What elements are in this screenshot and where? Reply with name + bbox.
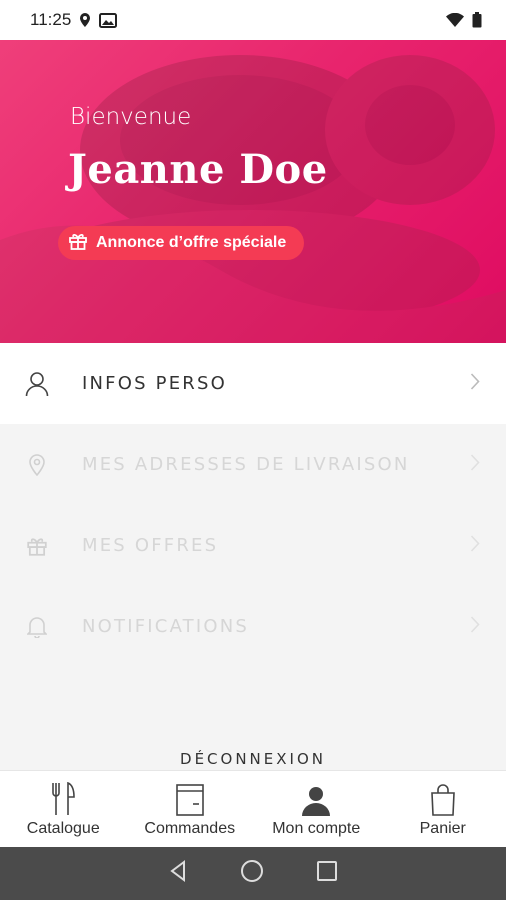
- nav-item-label: Catalogue: [26, 820, 100, 837]
- chevron-right-icon: [470, 453, 480, 476]
- wifi-icon: [446, 13, 464, 27]
- nav-item-cart[interactable]: Panier: [380, 771, 506, 847]
- chevron-right-icon: [470, 534, 480, 557]
- home-icon[interactable]: [240, 859, 264, 888]
- chevron-right-icon: [470, 615, 480, 638]
- gallery-icon: [99, 12, 118, 28]
- nav-item-catalogue[interactable]: Catalogue: [0, 771, 127, 847]
- user-name: Jeanne Doe: [68, 146, 328, 193]
- menu-item-personal-info[interactable]: INFOS PERSO: [0, 343, 506, 424]
- shopping-bag-icon: [430, 780, 456, 816]
- profile-header: Bienvenue Jeanne Doe Annonce d’offre spé…: [0, 40, 506, 343]
- back-icon[interactable]: [168, 860, 188, 887]
- menu-item-my-offers[interactable]: MES OFFRES: [0, 505, 506, 586]
- logout-button[interactable]: DÉCONNEXION: [0, 750, 506, 768]
- orders-icon: [175, 780, 204, 816]
- status-time: 11:25: [30, 10, 72, 29]
- nav-item-my-account[interactable]: Mon compte: [253, 771, 380, 847]
- location-icon: [79, 12, 91, 28]
- system-navigation-bar: [0, 847, 506, 900]
- account-icon: [302, 780, 331, 816]
- user-icon: [24, 371, 50, 397]
- welcome-text: Bienvenue: [70, 104, 192, 130]
- battery-icon: [472, 12, 482, 28]
- menu-item-label: NOTIFICATIONS: [82, 616, 250, 637]
- recents-icon[interactable]: [316, 860, 338, 887]
- special-offer-label: Annonce d’offre spéciale: [96, 234, 287, 251]
- nav-item-label: Commandes: [144, 820, 236, 837]
- special-offer-button[interactable]: Annonce d’offre spéciale: [58, 226, 305, 260]
- menu-item-label: MES OFFRES: [82, 535, 219, 556]
- fork-knife-icon: [50, 780, 76, 816]
- chevron-right-icon: [470, 372, 480, 395]
- account-menu: INFOS PERSO MES ADRESSES DE LIVRAISON ME…: [0, 343, 506, 770]
- bell-icon: [24, 614, 50, 640]
- gift-icon: [68, 231, 88, 256]
- bottom-navigation: Catalogue Commandes Mon compte Panier: [0, 770, 506, 847]
- status-bar: 11:25: [0, 0, 506, 40]
- location-pin-icon: [24, 452, 50, 478]
- menu-item-delivery-addresses[interactable]: MES ADRESSES DE LIVRAISON: [0, 424, 506, 505]
- nav-item-orders[interactable]: Commandes: [127, 771, 254, 847]
- gift-icon: [24, 533, 50, 559]
- menu-item-label: INFOS PERSO: [82, 373, 227, 394]
- menu-item-label: MES ADRESSES DE LIVRAISON: [82, 454, 410, 475]
- menu-item-notifications[interactable]: NOTIFICATIONS: [0, 586, 506, 667]
- nav-item-label: Mon compte: [272, 820, 361, 837]
- nav-item-label: Panier: [419, 820, 466, 837]
